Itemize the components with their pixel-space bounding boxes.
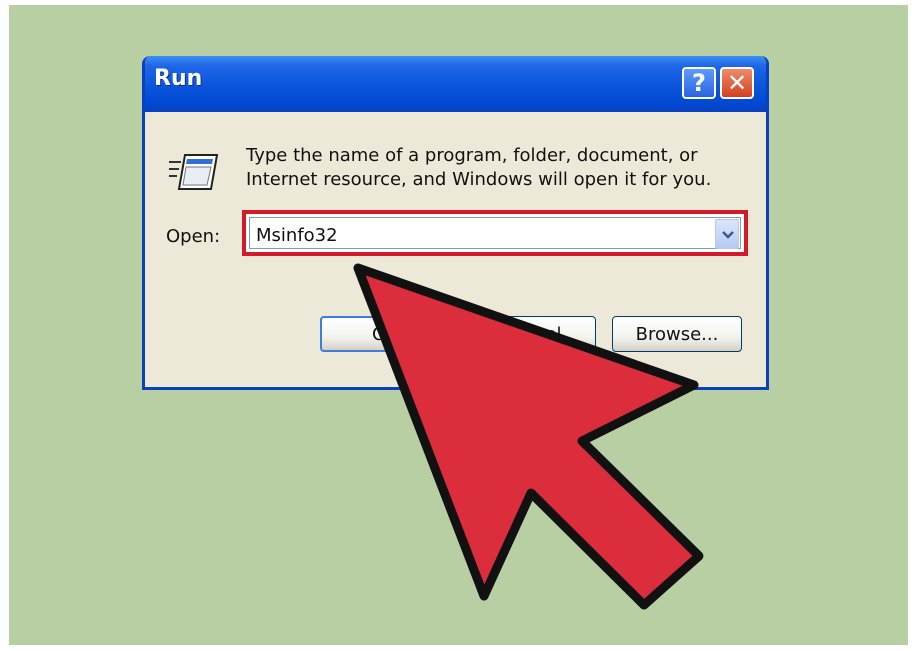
cancel-button[interactable]: Cancel (466, 316, 596, 352)
help-icon: ? (692, 69, 706, 97)
ok-button[interactable]: OK (320, 316, 450, 352)
browse-label: Browse... (635, 323, 719, 345)
ok-label: OK (372, 323, 398, 345)
dialog-body: Type the name of a program, folder, docu… (145, 112, 766, 387)
browse-button[interactable]: Browse... (612, 316, 742, 352)
prompt-line-1: Type the name of a program, folder, docu… (246, 145, 698, 166)
run-dialog: Run ? ✕ Type the name of a program, fold… (142, 56, 769, 390)
chevron-down-icon (722, 231, 734, 239)
dropdown-button[interactable] (715, 219, 739, 249)
dialog-prompt: Type the name of a program, folder, docu… (246, 144, 726, 192)
open-input[interactable] (256, 223, 696, 247)
open-label: Open: (166, 226, 221, 247)
open-combobox (249, 217, 741, 249)
window-title: Run (154, 66, 203, 91)
open-combobox-highlight (242, 210, 748, 256)
help-button[interactable]: ? (682, 67, 716, 99)
close-icon: ✕ (726, 69, 748, 97)
prompt-line-2: Internet resource, and Windows will open… (246, 169, 712, 190)
cancel-label: Cancel (500, 323, 562, 345)
close-button[interactable]: ✕ (720, 67, 754, 99)
title-bar[interactable]: Run ? ✕ (145, 56, 766, 112)
run-icon (169, 154, 219, 190)
